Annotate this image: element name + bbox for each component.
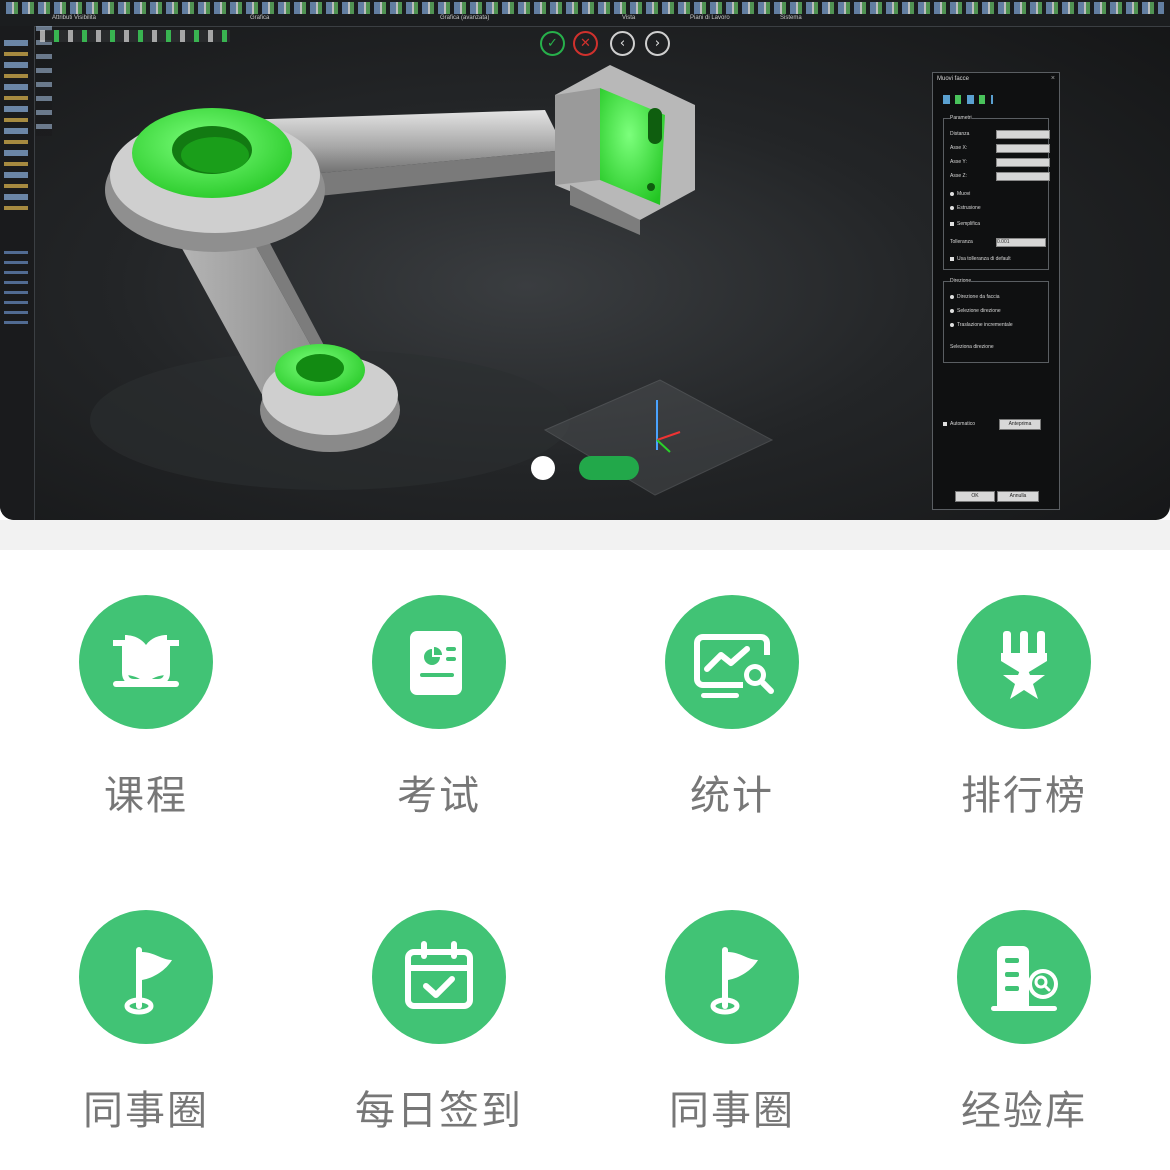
menu-item-daily-checkin[interactable]: 每日签到 [339, 910, 539, 1150]
ok-button: OK [955, 491, 995, 502]
menu-label: 统计 [690, 773, 774, 819]
axis-x-field [996, 144, 1050, 153]
axis-z-field [996, 172, 1050, 181]
panel-title: Muovi facce [937, 76, 970, 82]
extrude-option: Estrusione [957, 205, 981, 211]
carousel-dot-2-active[interactable] [579, 456, 639, 480]
move-option: Muovi [957, 191, 971, 197]
menu-label: 考试 [397, 773, 481, 819]
select-direction-label: Seleziona direzione [950, 344, 994, 350]
panel-close-icon: × [1050, 75, 1055, 82]
menu-item-colleagues-2[interactable]: 同事圈 [632, 910, 832, 1150]
default-tolerance-option: Usa tolleranza di default [957, 256, 1011, 262]
building-search-icon [957, 910, 1091, 1044]
axis-y-label: Asse Y: [950, 159, 967, 165]
menu-item-statistics[interactable]: 统计 [632, 595, 832, 835]
menu-item-colleagues[interactable]: 同事圈 [46, 910, 246, 1150]
menu-label: 同事圈 [83, 1088, 209, 1134]
section-divider [0, 520, 1170, 550]
tolerance-field: 0.001 [996, 238, 1046, 247]
axis-y-field [996, 158, 1050, 167]
direction-section: Direzione Direzione da faccia Selezione … [943, 278, 1049, 363]
calendar-check-icon [372, 910, 506, 1044]
carousel-dot-1[interactable] [531, 456, 555, 480]
preview-button: Anteprima [999, 419, 1041, 430]
direction-incremental-option: Traslazione incrementale [957, 322, 1013, 328]
menu-item-knowledge-base[interactable]: 经验库 [924, 910, 1124, 1150]
axis-x-label: Asse X: [950, 145, 968, 151]
direction-section-label: Direzione [950, 278, 972, 284]
params-section-label: Parametri [950, 115, 972, 121]
statistics-chart-icon [665, 595, 799, 729]
distance-label: Distanza [950, 131, 970, 137]
menu-label: 排行榜 [961, 773, 1087, 819]
tolerance-label: Tolleranza [950, 239, 973, 245]
banner-carousel[interactable]: Attributi Visibilità Grafica Grafica (av… [0, 0, 1170, 520]
exam-paper-icon [372, 595, 506, 729]
menu-label: 课程 [104, 773, 188, 819]
direction-select-option: Selezione direzione [957, 308, 1001, 314]
simplify-option: Semplifica [957, 221, 981, 227]
book-icon [79, 595, 213, 729]
cad-move-faces-panel: Muovi facce × Parametri Distanza Asse X:… [932, 72, 1060, 510]
axis-z-label: Asse Z: [950, 173, 967, 179]
menu-item-course[interactable]: 课程 [46, 595, 246, 835]
automatic-option: Automatico [950, 421, 976, 427]
panel-toolbar [943, 95, 993, 104]
flag-icon [665, 910, 799, 1044]
menu-item-exam[interactable]: 考试 [339, 595, 539, 835]
cancel-button: Annulla [997, 491, 1039, 502]
params-section: Parametri Distanza Asse X: Asse Y: Asse … [943, 115, 1050, 270]
menu-label: 同事圈 [669, 1088, 795, 1134]
medal-ranking-icon [957, 595, 1091, 729]
distance-field [996, 130, 1050, 139]
flag-icon [79, 910, 213, 1044]
direction-face-option: Direzione da faccia [957, 294, 1000, 300]
menu-item-ranking[interactable]: 排行榜 [924, 595, 1124, 835]
menu-label: 经验库 [961, 1088, 1087, 1134]
menu-label: 每日签到 [355, 1088, 523, 1134]
